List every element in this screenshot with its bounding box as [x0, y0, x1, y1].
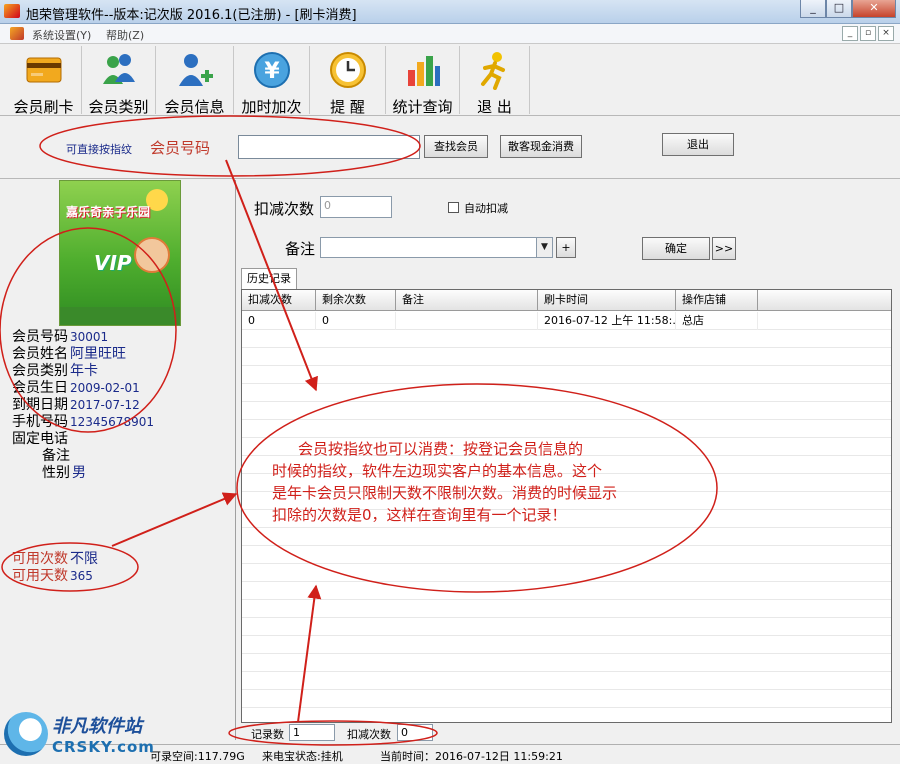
column-header[interactable]: 操作店铺 — [676, 290, 758, 310]
status-phone: 来电宝状态:挂机 — [262, 750, 343, 763]
table-row — [242, 528, 891, 546]
running-man-icon — [480, 52, 505, 90]
deduct-total-value: 0 — [397, 724, 433, 741]
park-name: 嘉乐奇亲子乐园 — [66, 205, 151, 219]
menu-app-icon — [10, 27, 24, 40]
clock-icon — [329, 52, 366, 88]
mdi-restore-button[interactable]: ▫ — [860, 26, 876, 41]
table-row — [242, 366, 891, 384]
confirm-button[interactable]: 确定 — [642, 237, 710, 260]
status-current-time: 当前时间：2016-07-12日 11:59:21 — [380, 750, 563, 763]
table-row — [242, 348, 891, 366]
users-group-icon — [102, 54, 135, 84]
member-card-image: 嘉乐奇亲子乐园 VIP — [59, 180, 181, 326]
table-row[interactable]: 0 0 2016-07-12 上午 11:58:... 总店 — [242, 312, 891, 330]
remark-label: 备注 — [285, 240, 316, 258]
member-no-label: 会员号码 — [150, 139, 211, 157]
card-icon — [26, 57, 61, 83]
watermark-logo-icon — [4, 712, 48, 756]
record-count-value: 1 — [289, 724, 335, 741]
yen-coin-icon: ¥ — [253, 52, 290, 88]
search-row: 可直接按指纹 会员号码 查找会员 散客现金消费 退出 — [0, 117, 900, 179]
toolbar-label: 统计查询 — [392, 98, 453, 116]
mdi-close-button[interactable]: × — [878, 26, 894, 41]
minimize-button[interactable]: _ — [800, 0, 826, 18]
table-row — [242, 546, 891, 564]
maximize-button[interactable]: □ — [826, 0, 852, 18]
toolbar-label: 提 醒 — [330, 98, 365, 116]
toolbar-label: 加时加次 — [241, 98, 302, 116]
toolbar-add-time[interactable]: ¥ 加时加次 — [234, 46, 310, 116]
deduct-label: 扣减次数 — [254, 200, 315, 218]
column-header[interactable]: 刷卡时间 — [538, 290, 676, 310]
menu-bar: 系统设置(Y) 帮助(Z) _ ▫ × — [0, 24, 900, 44]
watermark-cn: 非凡软件站 — [52, 716, 142, 737]
title-bar: 旭荣管理软件--版本:记次版 2016.1(已注册) - [刷卡消费] _ □ … — [0, 0, 900, 24]
toolbar-label: 会员刷卡 — [13, 98, 74, 116]
column-header[interactable]: 备注 — [396, 290, 538, 310]
member-field-gender: 性别男 — [42, 465, 86, 481]
table-row — [242, 330, 891, 348]
toolbar-member-category[interactable]: 会员类别 — [82, 46, 156, 116]
vip-text: VIP — [94, 251, 132, 275]
column-header[interactable]: 剩余次数 — [316, 290, 396, 310]
watermark-en: CRSKY.com — [52, 738, 155, 756]
table-row — [242, 654, 891, 672]
deduct-total-label: 扣减次数 — [347, 728, 391, 741]
member-info-panel: 嘉乐奇亲子乐园 VIP 会员号码 30001 会员姓名 阿里旺旺 会员类别 年卡 会员… — [0, 180, 236, 740]
table-row — [242, 420, 891, 438]
auto-deduct-label: 自动扣减 — [464, 202, 508, 215]
table-row — [242, 402, 891, 420]
close-button[interactable]: ✕ — [852, 0, 896, 18]
svg-text:¥: ¥ — [264, 59, 280, 84]
toolbar-label: 会员信息 — [164, 98, 225, 116]
watermark: 非凡软件站 CRSKY.com — [0, 706, 170, 764]
grid-header: 扣减次数 剩余次数 备注 刷卡时间 操作店铺 — [242, 290, 891, 311]
toolbar-label: 会员类别 — [88, 98, 149, 116]
table-row — [242, 636, 891, 654]
table-row — [242, 564, 891, 582]
remark-select[interactable]: ▼ — [320, 237, 553, 258]
toolbar: 会员刷卡 会员类别 会员信息 ¥ 加时加次 提 醒 统计查询 退 出 — [0, 44, 900, 116]
table-row — [242, 600, 891, 618]
grid-footer: 记录数 1 扣减次数 0 — [241, 724, 892, 742]
column-header[interactable]: 扣减次数 — [242, 290, 316, 310]
deduct-input[interactable]: 0 — [320, 196, 392, 218]
menu-system-settings[interactable]: 系统设置(Y) — [32, 27, 91, 43]
app-icon — [4, 4, 20, 18]
add-remark-button[interactable]: + — [556, 237, 576, 258]
window-title: 旭荣管理软件--版本:记次版 2016.1(已注册) - [刷卡消费] — [26, 8, 357, 23]
toolbar-statistics[interactable]: 统计查询 — [386, 46, 460, 116]
mdi-controls: _ ▫ × — [842, 26, 894, 41]
tab-history[interactable]: 历史记录 — [241, 268, 297, 289]
table-row — [242, 384, 891, 402]
toolbar-label: 退 出 — [477, 98, 512, 116]
kid-graphic — [134, 237, 170, 273]
record-count-label: 记录数 — [251, 728, 284, 741]
more-button[interactable]: >> — [712, 237, 736, 260]
toolbar-member-info[interactable]: 会员信息 — [156, 46, 234, 116]
find-member-button[interactable]: 查找会员 — [424, 135, 488, 158]
member-no-input[interactable] — [238, 135, 420, 159]
toolbar-member-swipe[interactable]: 会员刷卡 — [6, 46, 82, 116]
add-user-icon — [178, 54, 213, 86]
window-controls: _ □ ✕ — [800, 0, 896, 20]
table-row — [242, 618, 891, 636]
table-row — [242, 690, 891, 708]
bar-chart-icon — [407, 56, 440, 86]
toolbar-exit[interactable]: 退 出 — [460, 46, 530, 116]
menu-help[interactable]: 帮助(Z) — [106, 27, 144, 43]
mdi-minimize-button[interactable]: _ — [842, 26, 858, 41]
toolbar-reminder[interactable]: 提 醒 — [310, 46, 386, 116]
table-row — [242, 672, 891, 690]
auto-deduct-checkbox[interactable] — [448, 202, 459, 213]
cash-consume-button[interactable]: 散客现金消费 — [500, 135, 582, 158]
table-row — [242, 582, 891, 600]
annotation-note: 会员按指纹也可以消费：按登记会员信息的 时候的指纹，软件左边现实客户的基本信息。… — [272, 440, 618, 524]
exit-button[interactable]: 退出 — [662, 133, 734, 156]
fingerprint-hint: 可直接按指纹 — [66, 143, 132, 156]
chevron-down-icon[interactable]: ▼ — [536, 238, 552, 257]
card-bottom-strip — [60, 307, 180, 325]
available-days: 可用天数 365 — [12, 568, 93, 584]
